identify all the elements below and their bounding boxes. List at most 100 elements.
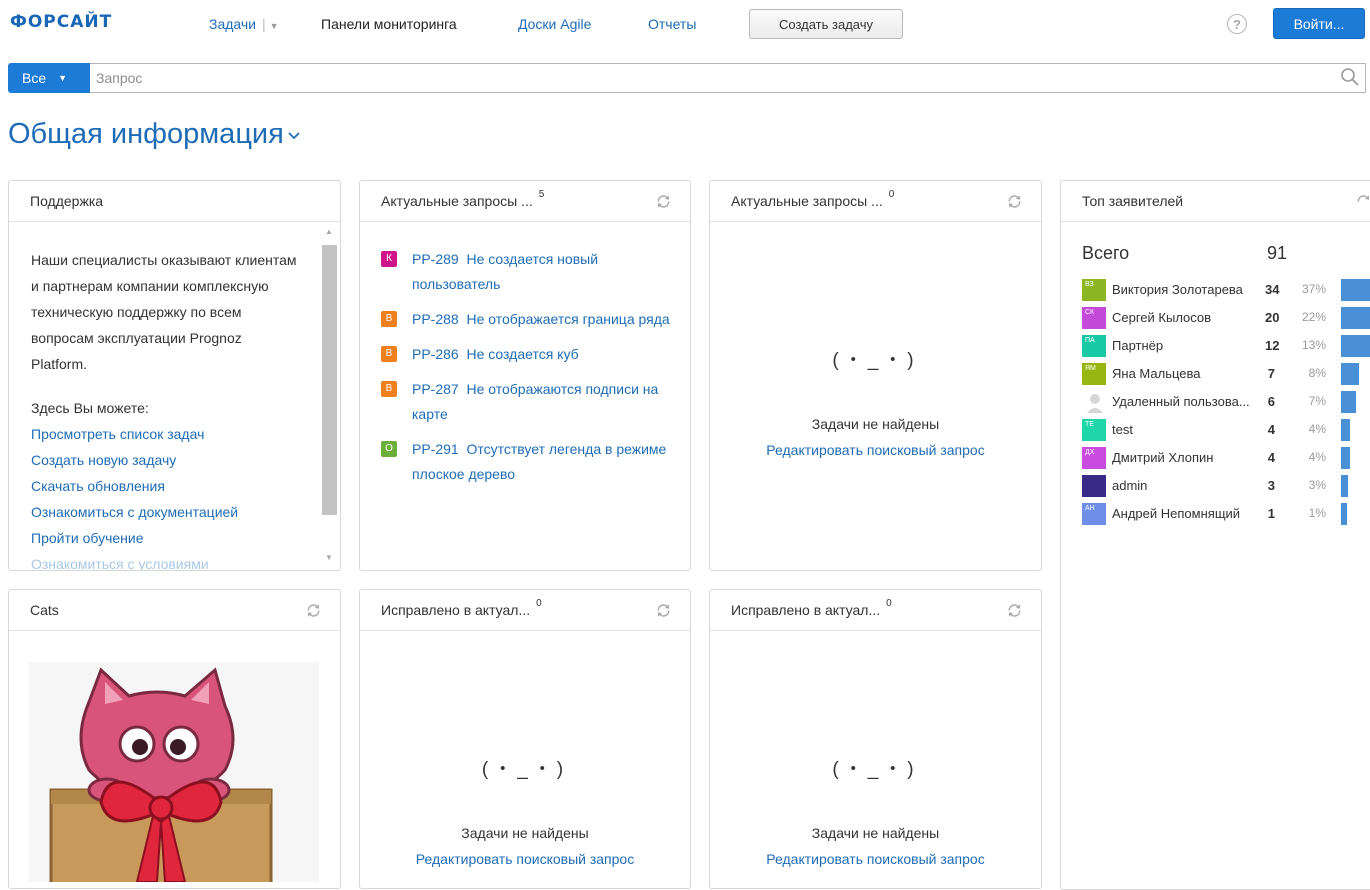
refresh-icon[interactable] <box>1006 193 1023 210</box>
logo[interactable]: ФОРСАЙТ <box>10 12 112 32</box>
empty-message: Задачи не найдены <box>811 416 940 432</box>
link-documentation[interactable]: Ознакомиться с документацией <box>31 499 301 525</box>
gadget-body: К PP-289 Не создается новый пользователь… <box>360 223 690 570</box>
nav-tasks[interactable]: Задачи | ▼ <box>209 16 279 32</box>
link-download-updates[interactable]: Скачать обновления <box>31 473 301 499</box>
gadget-header: Исправлено в актуал... 0 <box>710 590 1041 631</box>
reporter-count: 1 <box>1267 506 1275 521</box>
reporter-name[interactable]: admin <box>1112 478 1262 493</box>
gadget-body: (・_・) Задачи не найдены Редактировать по… <box>710 632 1041 888</box>
reporter-name[interactable]: Андрей Непомнящий <box>1112 506 1262 521</box>
reporter-name[interactable]: Сергей Кылосов <box>1112 310 1262 325</box>
reporter-count: 3 <box>1267 478 1275 493</box>
issue-count: 0 <box>886 597 892 609</box>
issue-item[interactable]: В PP-287 Не отображаются подписи на карт… <box>381 377 671 427</box>
reporter-share-bar <box>1341 475 1348 497</box>
reporter-percent: 8% <box>1308 366 1326 380</box>
gadget-header: Cats <box>9 590 340 631</box>
issue-link[interactable]: PP-289 Не создается новый пользователь <box>412 251 598 292</box>
link-training[interactable]: Пройти обучение <box>31 525 301 551</box>
issue-key: PP-288 <box>412 311 459 327</box>
page-title[interactable]: Общая информация <box>8 118 302 151</box>
issue-count: 0 <box>888 188 895 200</box>
issue-item[interactable]: К PP-289 Не создается новый пользователь <box>381 247 671 297</box>
search-scope-dropdown[interactable]: Все ▼ <box>8 63 90 93</box>
issue-summary: Не создается куб <box>466 346 579 362</box>
avatar: ВЗ <box>1082 279 1106 301</box>
reporter-percent: 7% <box>1308 394 1326 408</box>
nav-tasks-label[interactable]: Задачи <box>209 16 256 32</box>
issue-type-icon: В <box>381 381 397 397</box>
reporter-row[interactable]: СК Сергей Кылосов 20 22% <box>1082 307 1370 332</box>
reporter-row[interactable]: TE test 4 4% <box>1082 419 1370 444</box>
issue-item[interactable]: В PP-286 Не создается куб <box>381 342 671 367</box>
search-input[interactable] <box>90 63 1366 93</box>
issue-item[interactable]: О PP-291 Отсутствует легенда в режиме пл… <box>381 437 671 487</box>
issue-link[interactable]: PP-287 Не отображаются подписи на карте <box>412 381 658 422</box>
help-icon[interactable]: ? <box>1227 14 1247 34</box>
page-title-text: Общая информация <box>8 118 284 150</box>
reporter-name[interactable]: Партнёр <box>1112 338 1262 353</box>
nav-reports[interactable]: Отчеты <box>648 16 696 32</box>
reporter-row[interactable]: ДХ Дмитрий Хлопин 4 4% <box>1082 447 1370 472</box>
empty-face: (・_・) <box>832 759 919 780</box>
reporter-name[interactable]: Дмитрий Хлопин <box>1112 450 1262 465</box>
chevron-down-icon[interactable]: ▼ <box>270 21 279 31</box>
reporter-share-bar <box>1341 335 1370 357</box>
issue-key: PP-287 <box>412 381 459 397</box>
scrollbar[interactable]: ▲ ▼ <box>322 227 337 567</box>
issue-item[interactable]: В PP-288 Не отображается граница ряда <box>381 307 671 332</box>
login-button[interactable]: Войти... <box>1273 8 1365 39</box>
empty-state: (・_・) Задачи не найдены Редактировать по… <box>710 754 1041 867</box>
reporter-row[interactable]: ВЗ Виктория Золотарева 34 37% <box>1082 279 1370 304</box>
edit-query-link[interactable]: Редактировать поисковый запрос <box>766 442 984 458</box>
create-task-button[interactable]: Создать задачу <box>749 9 903 39</box>
scroll-up-icon[interactable]: ▲ <box>325 227 333 236</box>
reporter-row[interactable]: АН Андрей Непомнящий 1 1% <box>1082 503 1370 528</box>
reporter-name[interactable]: Яна Мальцева <box>1112 366 1262 381</box>
gadget-body: (・_・) Задачи не найдены Редактировать по… <box>360 632 690 888</box>
avatar: TE <box>1082 419 1106 441</box>
refresh-icon[interactable] <box>1355 193 1370 210</box>
reporter-row[interactable]: admin 3 3% <box>1082 475 1370 500</box>
reporter-name[interactable]: Виктория Золотарева <box>1112 282 1262 297</box>
issue-link[interactable]: PP-286 Не создается куб <box>412 346 579 362</box>
refresh-icon[interactable] <box>655 602 672 619</box>
search-icon[interactable] <box>1340 67 1360 87</box>
refresh-icon[interactable] <box>305 602 322 619</box>
refresh-icon[interactable] <box>1006 602 1023 619</box>
refresh-icon[interactable] <box>655 193 672 210</box>
chevron-down-icon[interactable] <box>286 125 302 145</box>
reporter-row[interactable]: ПА Партнёр 12 13% <box>1082 335 1370 360</box>
link-view-tasks[interactable]: Просмотреть список задач <box>31 421 301 447</box>
reporter-row[interactable]: ЯМ Яна Мальцева 7 8% <box>1082 363 1370 388</box>
reporter-name[interactable]: Удаленный пользова... <box>1112 394 1262 409</box>
empty-state: (・_・) Задачи не найдены Редактировать по… <box>360 754 690 867</box>
gadget-title: Cats <box>30 602 59 618</box>
top-navigation: ФОРСАЙТ Задачи | ▼ Панели мониторинга Доск… <box>0 0 1370 48</box>
reporter-percent: 37% <box>1301 282 1326 296</box>
issue-key: PP-289 <box>412 251 459 267</box>
reporter-share-bar <box>1341 307 1370 329</box>
issue-list: К PP-289 Не создается новый пользователь… <box>381 247 671 497</box>
gadget-top-reporters: Топ заявителей Всего 91 ВЗ Виктория Золот… <box>1060 180 1370 890</box>
issue-link[interactable]: PP-291 Отсутствует легенда в режиме плос… <box>412 441 666 482</box>
link-terms[interactable]: Ознакомиться с условиями <box>31 551 301 570</box>
reporter-name[interactable]: test <box>1112 422 1262 437</box>
reporter-share-bar <box>1341 419 1350 441</box>
edit-query-link[interactable]: Редактировать поисковый запрос <box>416 851 634 867</box>
scrollbar-thumb[interactable] <box>322 245 337 515</box>
gadget-actual-requests: Актуальные запросы ... 5 К PP-289 Не созд… <box>359 180 691 571</box>
nav-agile-boards[interactable]: Доски Agile <box>518 16 591 32</box>
edit-query-link[interactable]: Редактировать поисковый запрос <box>766 851 984 867</box>
nav-dashboards[interactable]: Панели мониторинга <box>321 16 457 32</box>
reporter-row[interactable]: Удаленный пользова... 6 7% <box>1082 391 1370 416</box>
avatar: СК <box>1082 307 1106 329</box>
link-create-task[interactable]: Создать новую задачу <box>31 447 301 473</box>
issue-key: PP-291 <box>412 441 459 457</box>
empty-message: Задачи не найдены <box>461 825 589 841</box>
scroll-down-icon[interactable]: ▼ <box>325 553 333 562</box>
gadget-body: Всего 91 ВЗ Виктория Золотарева 34 37% СК Сер… <box>1061 223 1370 889</box>
gadget-actual-requests-2: Актуальные запросы ... 0 (・_・) Задачи не … <box>709 180 1042 571</box>
issue-link[interactable]: PP-288 Не отображается граница ряда <box>412 311 670 327</box>
